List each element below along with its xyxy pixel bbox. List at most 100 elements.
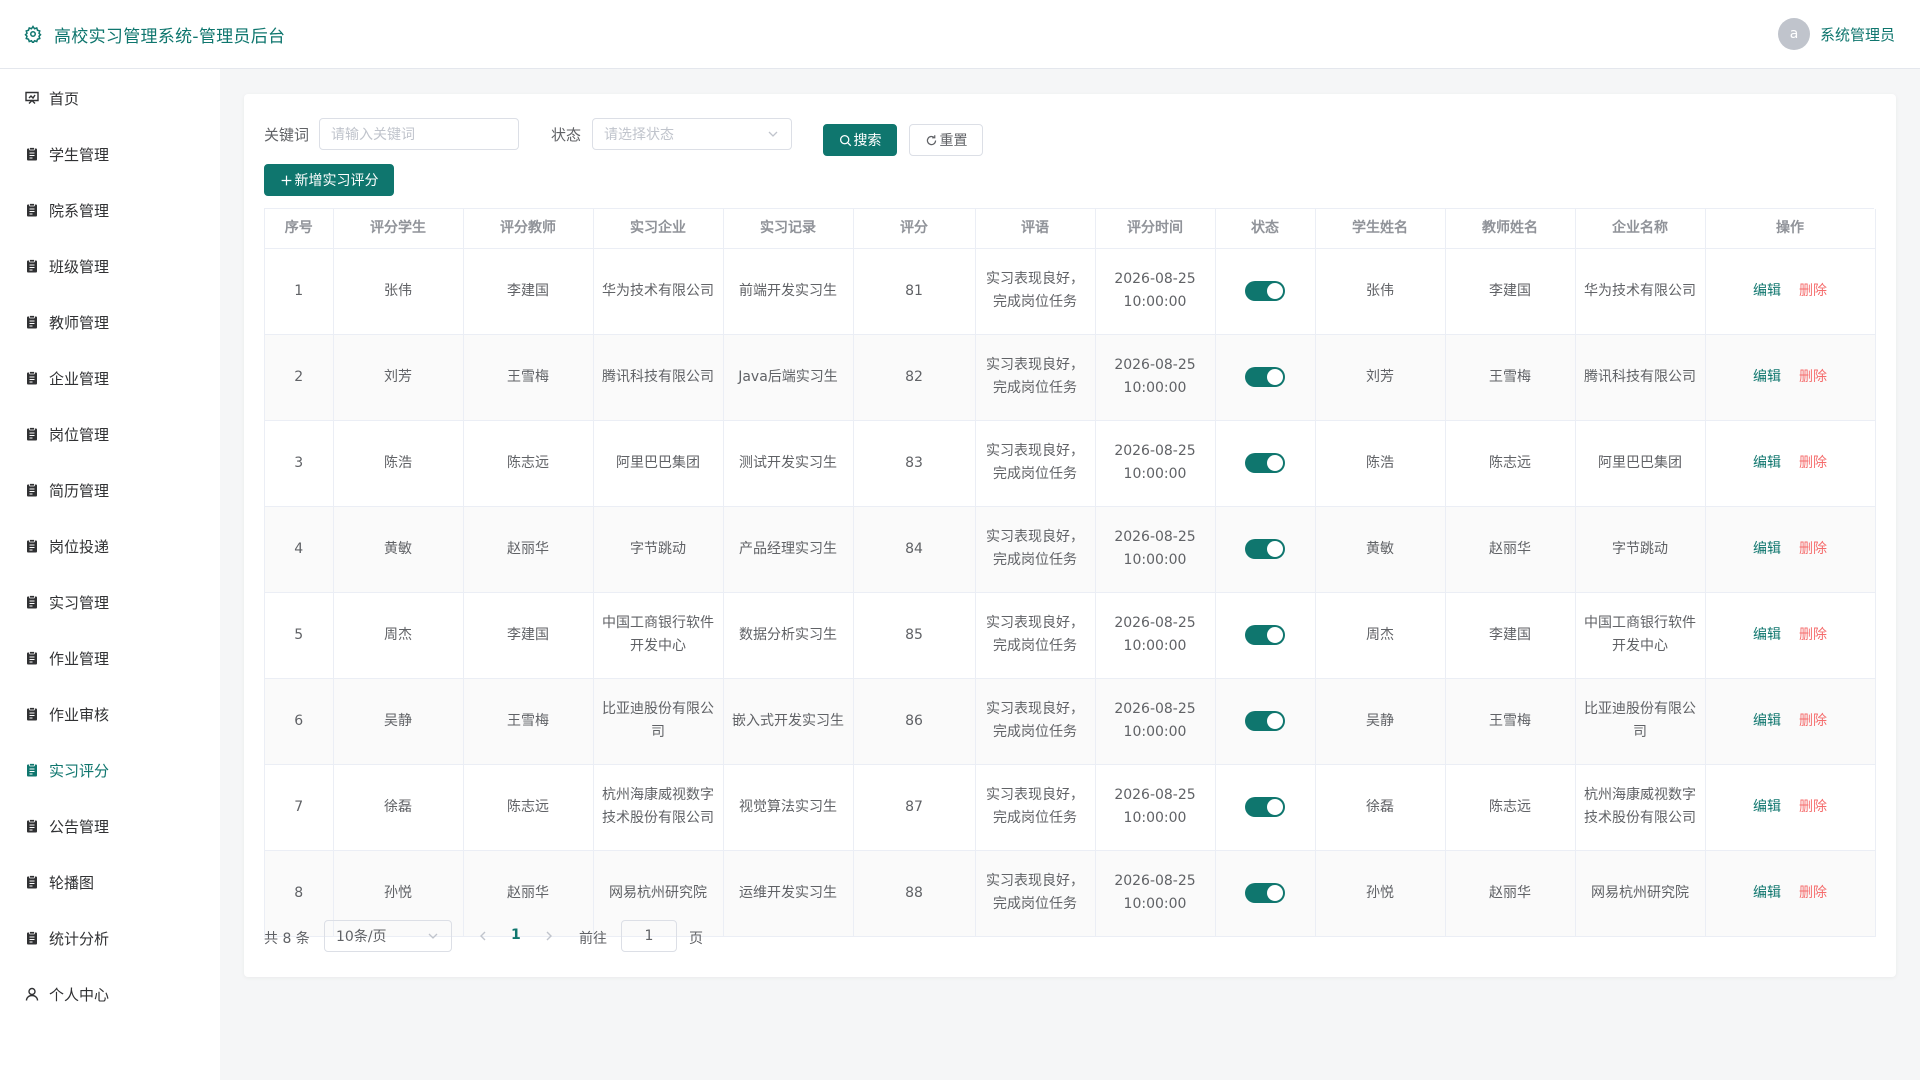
home-icon: [25, 91, 39, 104]
sidebar-item[interactable]: 班级管理: [0, 246, 220, 286]
delete-link[interactable]: 删除: [1799, 627, 1827, 643]
sidebar-item[interactable]: 轮播图: [0, 862, 220, 902]
user-menu[interactable]: a 系统管理员: [1777, 18, 1895, 50]
search-button[interactable]: 搜索: [823, 124, 897, 156]
sidebar-item[interactable]: 统计分析: [0, 918, 220, 958]
cell-company: 阿里巴巴集团: [593, 420, 724, 507]
edit-link[interactable]: 编辑: [1753, 283, 1781, 299]
sidebar-item[interactable]: 学生管理: [0, 134, 220, 174]
user-name[interactable]: 系统管理员: [1820, 24, 1895, 45]
delete-link[interactable]: 删除: [1799, 713, 1827, 729]
clipboard-icon: [27, 427, 37, 441]
avatar[interactable]: a: [1777, 18, 1810, 50]
sidebar-item[interactable]: 教师管理: [0, 302, 220, 342]
clipboard-icon: [27, 763, 37, 777]
cell-record: 测试开发实习生: [723, 420, 854, 507]
status-toggle[interactable]: [1245, 882, 1285, 903]
clipboard-icon: [27, 931, 37, 945]
edit-link[interactable]: 编辑: [1753, 455, 1781, 471]
column-header: 学生姓名: [1315, 209, 1446, 249]
cell-teacher: 赵丽华: [463, 506, 594, 593]
content-card: 关键词 请输入关键词 状态 请选择状态 搜索 重置 新增实习评分 序号 评分学生…: [244, 94, 1896, 977]
status-toggle[interactable]: [1245, 624, 1285, 645]
sidebar-item-label: 作业审核: [49, 705, 110, 724]
sidebar-item-label: 个人中心: [49, 985, 110, 1004]
next-page-icon[interactable]: [542, 928, 556, 944]
status-toggle[interactable]: [1245, 452, 1285, 473]
edit-link[interactable]: 编辑: [1753, 885, 1781, 901]
cell-company_name: 腾讯科技有限公司: [1575, 334, 1706, 421]
cell-actions: 编辑 删除: [1705, 678, 1876, 765]
status-toggle[interactable]: [1245, 710, 1285, 731]
edit-link[interactable]: 编辑: [1753, 541, 1781, 557]
status-toggle[interactable]: [1245, 538, 1285, 559]
keyword-input[interactable]: 请输入关键词: [319, 118, 519, 150]
cell-no: 1: [265, 248, 334, 335]
sidebar-item[interactable]: 企业管理: [0, 358, 220, 398]
sidebar-item-label: 统计分析: [49, 929, 110, 948]
edit-link[interactable]: 编辑: [1753, 369, 1781, 385]
cell-record: 数据分析实习生: [723, 592, 854, 679]
delete-link[interactable]: 删除: [1799, 369, 1827, 385]
cell-teacher_name: 李建国: [1445, 592, 1576, 679]
sidebar-item-label: 教师管理: [49, 313, 110, 332]
current-page-number[interactable]: 1: [511, 927, 521, 943]
column-header: 评分教师: [463, 209, 594, 249]
status-toggle[interactable]: [1245, 796, 1285, 817]
sidebar-item[interactable]: 作业审核: [0, 694, 220, 734]
add-score-button[interactable]: 新增实习评分: [264, 164, 394, 196]
status-placeholder: 请选择状态: [604, 127, 674, 143]
sidebar-item[interactable]: 简历管理: [0, 470, 220, 510]
cell-comment: 实习表现良好，完成岗位任务: [975, 850, 1096, 937]
status-select[interactable]: 请选择状态: [592, 118, 792, 150]
sidebar-item[interactable]: 实习评分: [0, 750, 220, 790]
cell-teacher_name: 赵丽华: [1445, 850, 1576, 937]
chevron-down-icon: [428, 933, 438, 939]
delete-link[interactable]: 删除: [1799, 283, 1827, 299]
delete-link[interactable]: 删除: [1799, 541, 1827, 557]
cell-status: [1215, 592, 1316, 679]
cell-company: 比亚迪股份有限公司: [593, 678, 724, 765]
goto-page-input[interactable]: 1: [621, 920, 677, 952]
clipboard-icon: [27, 147, 37, 161]
cell-score: 84: [853, 506, 976, 593]
cell-no: 7: [265, 764, 334, 851]
column-header: 评分: [853, 209, 976, 249]
cell-record: 前端开发实习生: [723, 248, 854, 335]
cell-student_name: 刘芳: [1315, 334, 1446, 421]
edit-link[interactable]: 编辑: [1753, 627, 1781, 643]
cell-no: 3: [265, 420, 334, 507]
edit-link[interactable]: 编辑: [1753, 713, 1781, 729]
status-label: 状态: [551, 126, 582, 144]
sidebar-item-label: 学生管理: [49, 145, 110, 164]
sidebar-item[interactable]: 院系管理: [0, 190, 220, 230]
cell-student_name: 周杰: [1315, 592, 1446, 679]
column-header: 企业名称: [1575, 209, 1706, 249]
cell-time: 2026-08-25 10:00:00: [1095, 850, 1216, 937]
sidebar-item[interactable]: 实习管理: [0, 582, 220, 622]
sidebar-item[interactable]: 首页: [0, 78, 220, 118]
score-table: 序号 评分学生 评分教师 实习企业 实习记录 评分 评语 评分时间 状态 学生姓名 教师姓名 企业名称…: [264, 208, 1876, 937]
sidebar-item[interactable]: 个人中心: [0, 974, 220, 1014]
table-row: 7 徐磊 陈志远 杭州海康威视数字技术股份有限公司 视觉算法实习生 87 实习表现良好，完成…: [265, 764, 1876, 851]
sidebar-item[interactable]: 公告管理: [0, 806, 220, 846]
cell-student_name: 吴静: [1315, 678, 1446, 765]
sidebar-item[interactable]: 岗位管理: [0, 414, 220, 454]
column-header: 评分时间: [1095, 209, 1216, 249]
reset-button[interactable]: 重置: [909, 124, 983, 156]
edit-link[interactable]: 编辑: [1753, 799, 1781, 815]
delete-link[interactable]: 删除: [1799, 885, 1827, 901]
page-size-select[interactable]: 10条/页: [324, 920, 452, 952]
status-toggle[interactable]: [1245, 366, 1285, 387]
sidebar-item[interactable]: 岗位投递: [0, 526, 220, 566]
delete-link[interactable]: 删除: [1799, 455, 1827, 471]
cell-record: 嵌入式开发实习生: [723, 678, 854, 765]
cell-status: [1215, 334, 1316, 421]
prev-page-icon[interactable]: [476, 928, 490, 944]
status-toggle[interactable]: [1245, 280, 1285, 301]
sidebar-item[interactable]: 作业管理: [0, 638, 220, 678]
cell-student: 周杰: [333, 592, 464, 679]
delete-link[interactable]: 删除: [1799, 799, 1827, 815]
cell-status: [1215, 678, 1316, 765]
cell-comment: 实习表现良好，完成岗位任务: [975, 678, 1096, 765]
